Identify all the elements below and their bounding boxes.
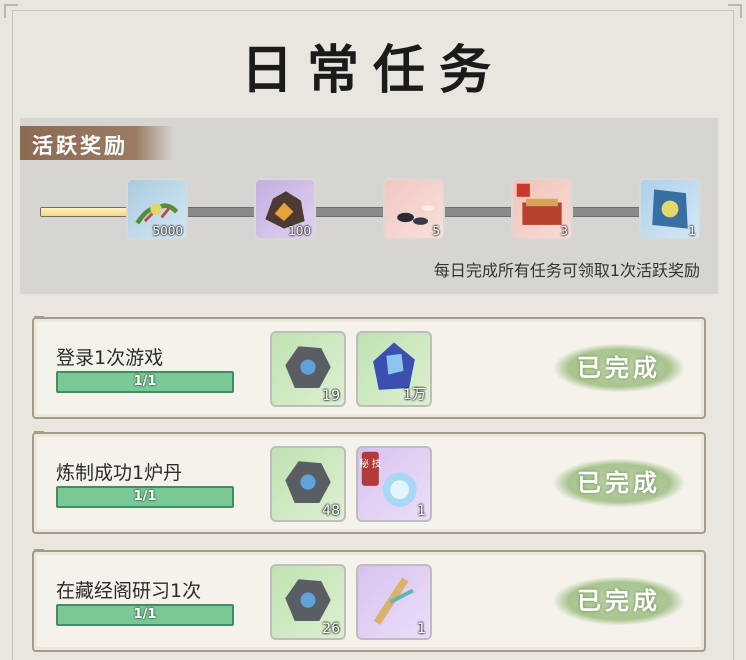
completed-badge: 已完成 xyxy=(554,344,684,392)
task-reward-qty: 48 xyxy=(322,503,340,519)
task-reward-item[interactable]: 1万 xyxy=(356,331,432,407)
task-progress-text: 1/1 xyxy=(133,489,157,504)
reward-qty: 3 xyxy=(560,224,568,238)
frame-corner-ornament xyxy=(728,4,742,18)
page-title: 日常任务 xyxy=(240,40,505,101)
reward-item-ore[interactable]: 100 xyxy=(254,178,316,240)
activity-progress-fill xyxy=(41,208,138,216)
completed-badge: 已完成 xyxy=(554,459,684,507)
task-reward-item[interactable]: 19 xyxy=(270,331,346,407)
completed-badge: 已完成 xyxy=(554,577,684,625)
task-reward-qty: 1 xyxy=(417,503,426,519)
task-reward-qty: 1万 xyxy=(403,387,426,403)
task-progress-bar: 1/1 xyxy=(56,371,234,393)
task-card: 登录1次游戏 1/1 19 1万 已完成 xyxy=(32,316,706,419)
task-reward-item[interactable]: 1 xyxy=(356,564,432,640)
reward-item-stones[interactable]: 5 xyxy=(383,178,445,240)
task-reward-qty: 19 xyxy=(322,388,340,404)
task-reward-item[interactable]: 26 xyxy=(270,564,346,640)
task-card: 在藏经阁研习1次 1/1 26 1 已完成 xyxy=(32,549,706,652)
reward-qty: 5 xyxy=(432,224,440,238)
task-reward-qty: 26 xyxy=(322,621,340,637)
task-progress-bar: 1/1 xyxy=(56,486,234,508)
reward-qty: 100 xyxy=(288,224,311,238)
frame-corner-ornament xyxy=(4,4,18,18)
task-progress-text: 1/1 xyxy=(133,374,157,389)
task-card: 炼制成功1炉丹 1/1 48 秘 技 1 已完成 xyxy=(32,431,706,534)
reward-item-chest[interactable]: 3 xyxy=(511,178,573,240)
reward-item-herb[interactable]: 5000 xyxy=(126,178,188,240)
reward-qty: 5000 xyxy=(152,224,183,238)
task-progress-bar: 1/1 xyxy=(56,604,234,626)
reward-qty: 1 xyxy=(688,224,696,238)
reward-note: 每日完成所有任务可领取1次活跃奖励 xyxy=(433,261,700,280)
task-reward-qty: 1 xyxy=(417,621,426,637)
activity-reward-tab: 活跃奖励 xyxy=(20,126,174,160)
task-name: 登录1次游戏 xyxy=(56,347,164,369)
task-progress-text: 1/1 xyxy=(133,607,157,622)
item-tag-text: 秘 技 xyxy=(359,458,381,470)
reward-item-book[interactable]: 1 xyxy=(639,178,701,240)
task-name: 在藏经阁研习1次 xyxy=(56,580,202,602)
task-name: 炼制成功1炉丹 xyxy=(56,462,183,484)
task-reward-item[interactable]: 秘 技 1 xyxy=(356,446,432,522)
task-reward-item[interactable]: 48 xyxy=(270,446,346,522)
